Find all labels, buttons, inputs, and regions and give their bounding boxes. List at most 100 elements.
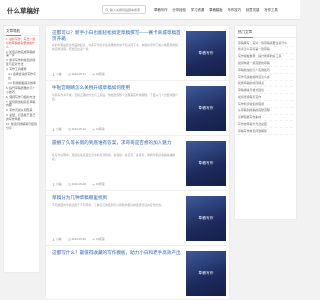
article-title[interactable]: 草稿分为几种草稿哪里找到	[52, 195, 182, 201]
article-title[interactable]: 牛啦宫颐睛怎么关税升级草稿如何使用	[52, 85, 182, 91]
toc-list: 1. 进阶写作：写出一篇好的草稿前需要准备什么 2. 如何高效完成草稿的第一步 …	[4, 36, 39, 134]
search-box[interactable]	[102, 5, 146, 14]
article-excerpt: 好的草稿是优秀作品的起点，许多写作新手在动笔前常常不知从何下手，本篇将带你了解从…	[52, 43, 178, 51]
article-title[interactable]: 震撼了久等长假的到底谁有答案，求哥哥是否想的加入魅力	[52, 140, 182, 146]
article-card: 这都写什么？最值得收藏的写作模板，助力小白和老手高效产出 草稿写作	[46, 246, 231, 300]
hot-article-link[interactable]: 草稿排版与格式建议	[238, 87, 293, 95]
clock-icon	[67, 72, 71, 76]
author-name[interactable]: 小编	[56, 237, 62, 241]
hot-articles-panel: 热门文章 草稿撰写：写好一篇草稿需要注意什么 新手怎么写好第一篇草稿 写作模板推…	[234, 25, 297, 220]
toc-item[interactable]: 5. 提升草稿质量的几个小技巧	[6, 86, 37, 95]
thumbnail-label: 草稿写作	[198, 271, 214, 275]
eye-icon	[91, 238, 95, 240]
hot-articles-title: 热门文章	[235, 26, 296, 38]
view-count: 26阅读	[95, 72, 105, 76]
article-thumbnail[interactable]: 草稿写作	[186, 196, 226, 241]
nav-item[interactable]: 分享经验	[172, 7, 186, 12]
article-excerpt: 草稿写作并不难，掌握正确的方法与工具后，你会发现整个过程其实非常顺畅，下面从几个…	[52, 93, 178, 101]
article-nav-sidebar: 文章导航 1. 进阶写作：写出一篇好的草稿前需要准备什么 2. 如何高效完成草稿…	[3, 25, 40, 273]
publish-date: 2024-05-08	[71, 182, 86, 186]
view-count: 19阅读	[95, 127, 105, 131]
user-icon	[52, 127, 55, 131]
nav-item[interactable]: 创意灵感	[246, 7, 260, 12]
toc-item[interactable]: 4.1 选择合适的写作平台	[6, 72, 37, 81]
toc-item[interactable]: 3. 新手写作时常见的误区与应对方法	[6, 59, 37, 67]
hot-article-link[interactable]: 草稿修改的几个实用技巧	[238, 67, 293, 74]
nav-item[interactable]: 写作工具	[264, 7, 278, 12]
nav-item[interactable]: 写作技巧	[227, 7, 241, 12]
toc-item[interactable]: 9. 总结：打造属于自己的写作风格	[6, 114, 37, 122]
hot-article-link[interactable]: 如何坚持每天写作	[238, 94, 293, 102]
meta-views: 26阅读	[91, 72, 105, 76]
article-title[interactable]: 这都写什么？最值得收藏的写作模板，助力小白和老手高效产出	[52, 250, 182, 256]
sidebar-title: 文章导航	[4, 26, 39, 36]
site-logo[interactable]: 什么草稿好	[7, 5, 40, 15]
article-thumbnail[interactable]: 草稿写作	[186, 251, 226, 296]
view-count: 15阅读	[95, 237, 105, 241]
article-card: 这都可以？新手小白也能轻松搞定草稿撰写——赛卡商城草稿首页开箱 好的草稿是优秀作…	[46, 26, 231, 81]
meta-views: 15阅读	[91, 237, 105, 241]
meta-author: 小编	[52, 237, 62, 241]
hot-article-link[interactable]: 写作灵感枯竭时该怎么办	[238, 74, 293, 81]
article-excerpt: 在写作过程中，灵感往往来自生活中的点滴积累，多观察、多记录、多思考，你的草稿就会…	[52, 153, 176, 161]
eye-icon	[91, 183, 95, 185]
thumbnail-label: 草稿写作	[198, 106, 214, 110]
toc-item[interactable]: 10. 常见问题解答与经验分享	[6, 122, 37, 131]
hot-article-link[interactable]: 新手怎么写好第一篇草稿	[238, 47, 293, 54]
nav-item[interactable]: 草稿模板	[209, 7, 223, 12]
eye-icon	[91, 128, 95, 130]
publish-date: 2024-05-10	[71, 127, 86, 131]
nav-item[interactable]: 草稿写作	[154, 7, 168, 12]
view-count: 32阅读	[95, 182, 105, 186]
clock-icon	[67, 127, 71, 131]
user-icon	[52, 182, 55, 186]
article-meta: 小编 2024-05-06 15阅读	[52, 237, 111, 241]
hot-article-link[interactable]: 优秀草稿的共同特点	[238, 81, 293, 88]
publish-date: 2024-05-06	[71, 237, 86, 241]
article-meta: 小编 2024-05-12 26阅读	[52, 72, 111, 76]
article-excerpt: 不同类型的草稿适用于不同场景，了解它们的区别可以帮助你更好地选择合适的写作方式。	[52, 203, 164, 207]
hot-article-link[interactable]: 草稿写作常见问题解答	[238, 128, 293, 135]
article-meta: 小编 2024-05-10 19阅读	[52, 127, 111, 131]
publish-date: 2024-05-12	[71, 72, 86, 76]
toc-item[interactable]: 1. 进阶写作：写出一篇好的草稿前需要准备什么	[6, 37, 37, 49]
user-icon	[52, 72, 55, 76]
hot-article-link[interactable]: 写作效率提升方法总结	[238, 121, 293, 129]
meta-date: 2024-05-06	[67, 237, 86, 241]
clock-icon	[67, 237, 71, 241]
author-name[interactable]: 小编	[56, 72, 62, 76]
meta-views: 32阅读	[91, 182, 105, 186]
meta-date: 2024-05-08	[67, 182, 86, 186]
search-input[interactable]	[109, 6, 145, 13]
hot-articles-list: 草稿撰写：写好一篇草稿需要注意什么 新手怎么写好第一篇草稿 写作模板推荐：提升效…	[235, 38, 296, 137]
article-thumbnail[interactable]: 草稿写作	[186, 86, 226, 131]
nav-item[interactable]: 学习资源	[191, 7, 205, 12]
toc-item[interactable]: 6. 保持写作习惯的方法	[6, 95, 37, 100]
hot-article-link[interactable]: 草稿撰写：写好一篇草稿需要注意什么	[238, 40, 293, 47]
hot-article-link[interactable]: 怎样积累写作素材	[238, 115, 293, 122]
top-header: 什么草稿好 草稿写作 分享经验 学习资源 草稿模板 写作技巧 创意灵感 写作工具	[0, 0, 300, 20]
main-nav: 草稿写作 分享经验 学习资源 草稿模板 写作技巧 创意灵感 写作工具	[154, 7, 283, 12]
article-card: 震撼了久等长假的到底谁有答案，求哥哥是否想的加入魅力 在写作过程中，灵感往往来自…	[46, 136, 231, 191]
meta-date: 2024-05-10	[67, 127, 86, 131]
hot-article-link[interactable]: 如何构思一篇完整的草稿	[238, 60, 293, 68]
thumbnail-label: 草稿写作	[198, 161, 214, 165]
article-meta: 小编 2024-05-08 32阅读	[52, 182, 111, 186]
article-title[interactable]: 这都可以？新手小白也能轻松搞定草稿撰写——赛卡商城草稿首页开箱	[52, 30, 182, 42]
user-icon	[52, 237, 55, 241]
hot-article-link[interactable]: 写作新手常犯的错误	[238, 101, 293, 108]
author-name[interactable]: 小编	[56, 182, 62, 186]
thumbnail-label: 草稿写作	[198, 51, 214, 55]
meta-views: 19阅读	[91, 127, 105, 131]
article-list: 这都可以？新手小白也能轻松搞定草稿撰写——赛卡商城草稿首页开箱 好的草稿是优秀作…	[45, 25, 231, 300]
eye-icon	[91, 73, 95, 75]
meta-author: 小编	[52, 182, 62, 186]
author-name[interactable]: 小编	[56, 127, 62, 131]
clock-icon	[67, 182, 71, 186]
article-thumbnail[interactable]: 草稿写作	[186, 31, 226, 76]
hot-article-link[interactable]: 从草稿到成稿的完整流程	[238, 108, 293, 115]
hot-article-link[interactable]: 写作模板推荐：提升效率的好工具	[238, 54, 293, 61]
article-thumbnail[interactable]: 草稿写作	[186, 141, 226, 186]
thumbnail-label: 草稿写作	[198, 216, 214, 220]
article-card: 牛啦宫颐睛怎么关税升级草稿如何使用 草稿写作并不难，掌握正确的方法与工具后，你会…	[46, 81, 231, 136]
